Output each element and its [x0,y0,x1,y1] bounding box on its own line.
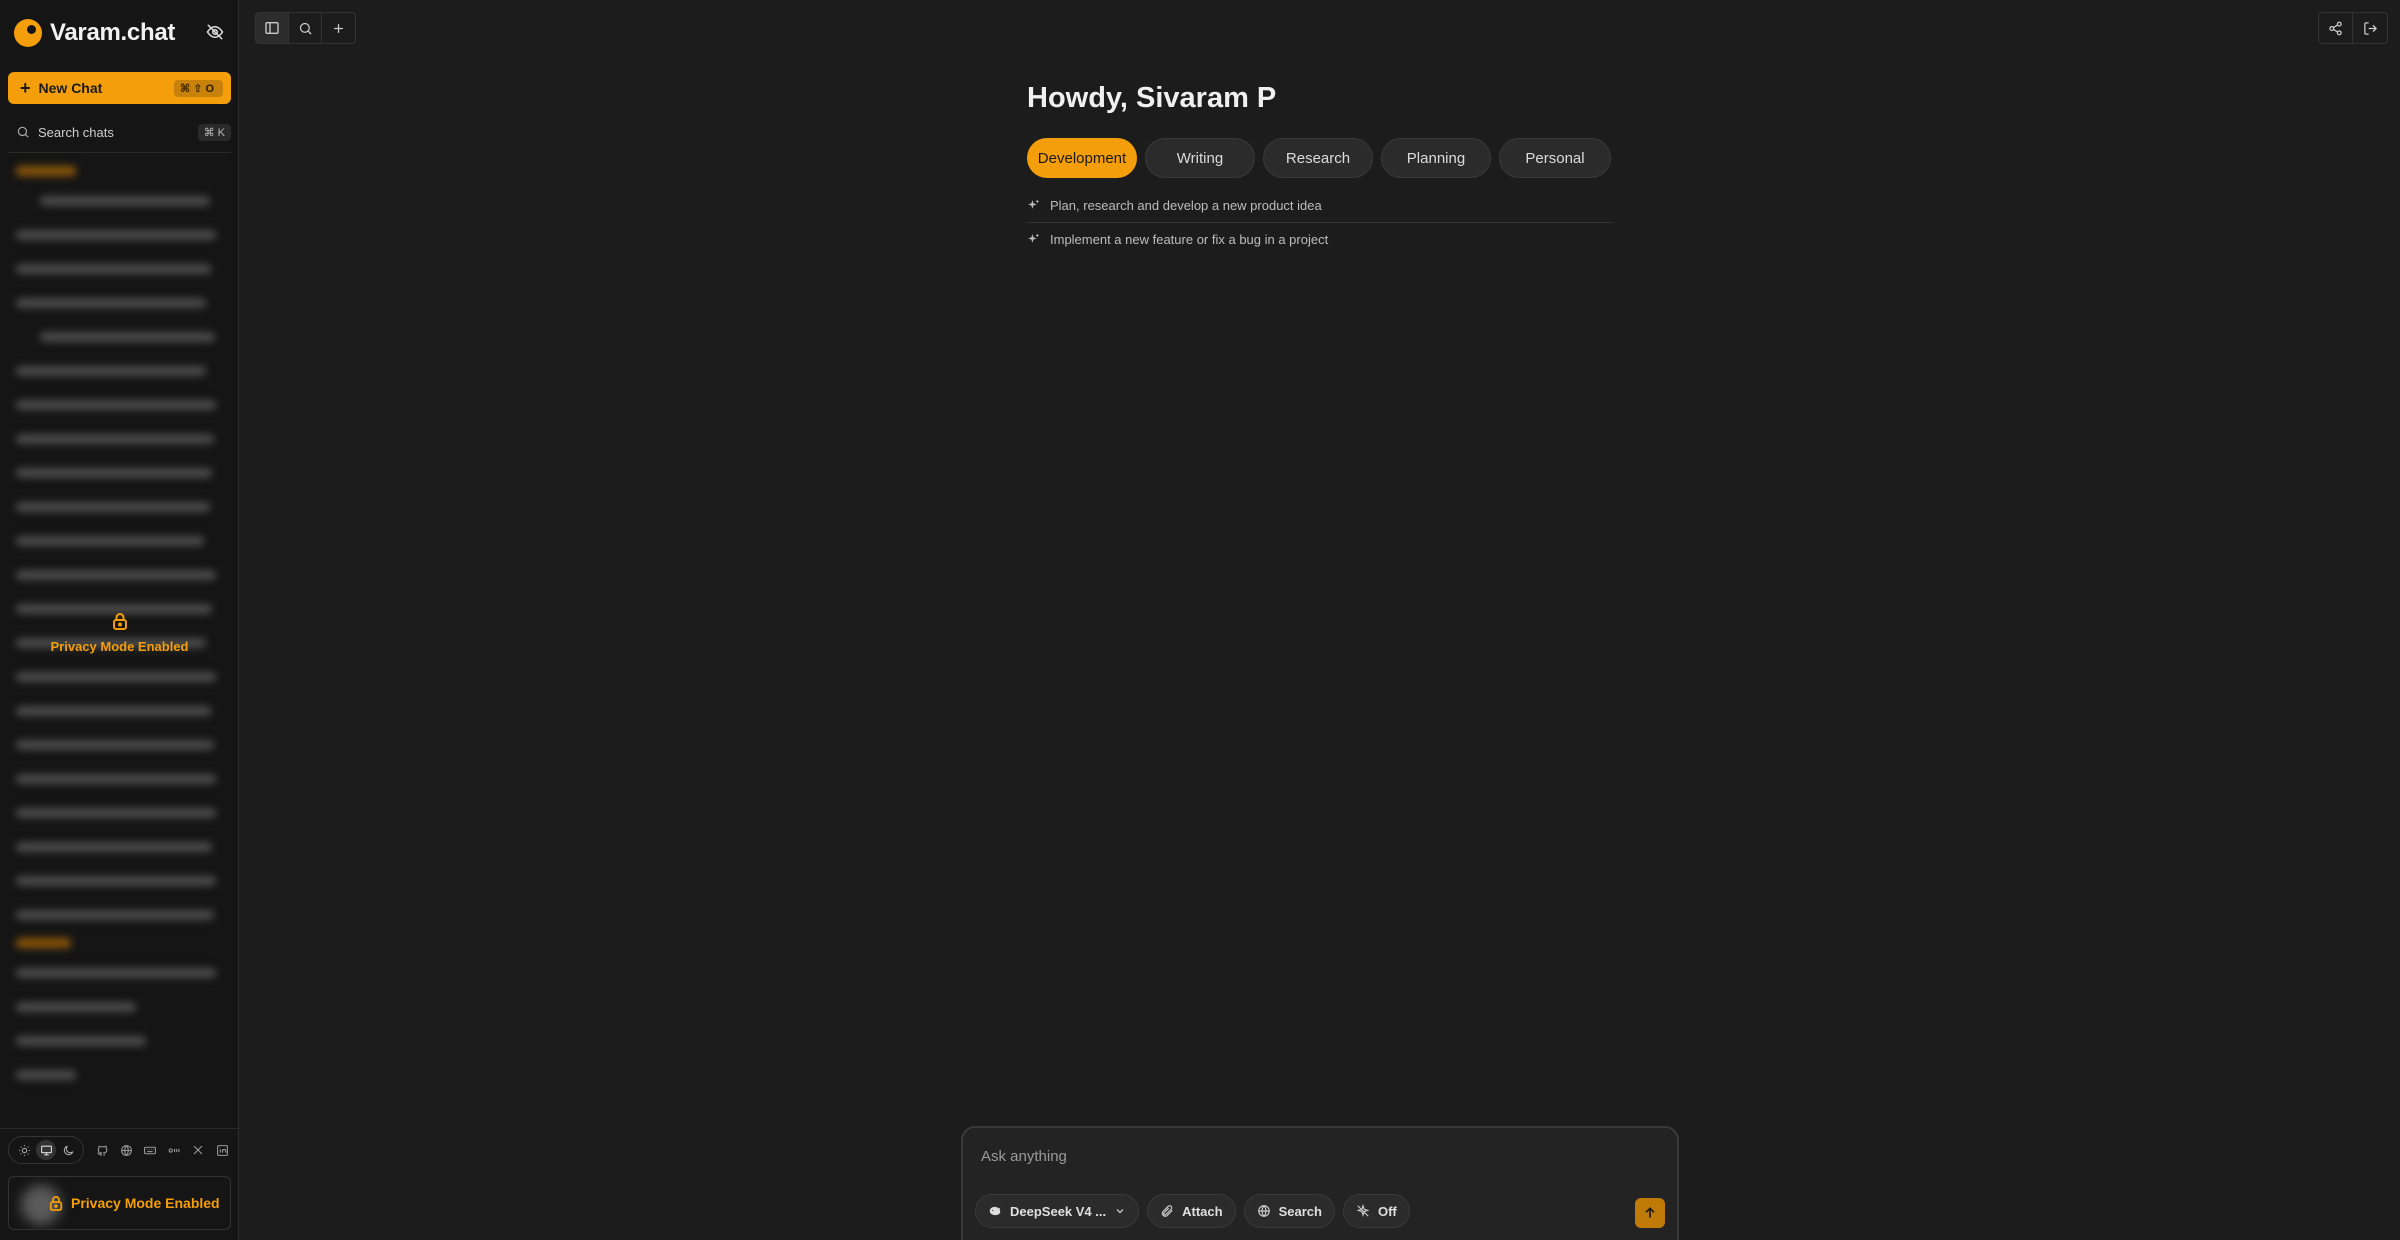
brand[interactable]: Varam.chat [14,18,175,48]
search-shortcut: ⌘ K [197,123,231,141]
search-label: Search [1278,1203,1322,1219]
category-tabs: Development Writing Research Planning Pe… [1027,138,1611,178]
moon-icon[interactable] [58,1140,78,1160]
list-item [8,354,231,388]
lock-icon [112,612,128,635]
divider [8,152,231,153]
search-chats-label: Search chats [38,124,114,140]
privacy-mode-overlay: Privacy Mode Enabled [0,612,239,654]
status-icon[interactable] [164,1140,184,1160]
new-chat-button[interactable]: + New Chat ⌘⇧O [8,72,231,104]
tab-development[interactable]: Development [1027,138,1137,178]
eye-off-icon[interactable] [203,20,227,44]
list-item [8,218,231,252]
app-name: Varam.chat [50,19,176,46]
list-item [8,728,231,762]
search-icon [17,126,29,138]
list-item [8,184,231,218]
list-item [8,990,231,1024]
send-button[interactable] [1635,1198,1665,1228]
linkedin-icon[interactable] [212,1140,232,1160]
suggestion-item[interactable]: Implement a new feature or fix a bug in … [1027,222,1613,256]
globe-icon [1257,1205,1270,1217]
suggestion-text: Implement a new feature or fix a bug in … [1050,232,1329,247]
list-item [8,694,231,728]
divider [0,1128,239,1129]
monitor-icon[interactable] [36,1140,56,1160]
sparkle-icon [1028,199,1040,209]
theme-toggle[interactable] [8,1136,84,1164]
chat-composer: Ask anything DeepSeek V4 ... Attach Sear… [961,1126,1679,1240]
suggestion-item[interactable]: Plan, research and develop a new product… [1027,188,1613,222]
list-item [8,956,231,990]
list-item [8,762,231,796]
list-item [8,796,231,830]
attach-label: Attach [1182,1203,1223,1219]
logout-icon[interactable] [2353,13,2387,43]
tab-personal[interactable]: Personal [1499,138,1611,178]
github-icon[interactable] [92,1140,112,1160]
lock-icon [49,1196,63,1211]
keyboard-icon[interactable] [140,1140,160,1160]
list-item [8,490,231,524]
paperclip-icon [1161,1205,1173,1217]
top-right-toolbar [2318,12,2388,44]
list-item [8,830,231,864]
suggestion-text: Plan, research and develop a new product… [1050,197,1322,213]
model-label: DeepSeek V4 ... [1010,1203,1107,1219]
list-item [8,252,231,286]
tab-research[interactable]: Research [1263,138,1373,178]
web-search-button[interactable]: Search [1243,1194,1335,1228]
x-icon[interactable] [188,1140,208,1160]
model-selector[interactable]: DeepSeek V4 ... [975,1194,1140,1228]
sidebar-toggle-icon[interactable] [256,13,289,43]
sparkle-icon [1028,233,1040,243]
reasoning-toggle[interactable]: Off [1342,1194,1410,1228]
privacy-mode-label: Privacy Mode Enabled [50,639,189,654]
list-item [8,898,231,932]
sun-icon[interactable] [14,1140,34,1160]
list-item [8,320,231,354]
list-item [8,864,231,898]
sidebar: Varam.chat + New Chat ⌘⇧O Search chats ⌘… [0,0,239,1240]
privacy-mode-footer[interactable]: Privacy Mode Enabled [8,1176,231,1230]
globe-icon[interactable] [116,1140,136,1160]
top-toolbar [255,12,356,44]
attach-button[interactable]: Attach [1147,1194,1236,1228]
list-item [8,1058,231,1092]
tab-writing[interactable]: Writing [1145,138,1255,178]
greeting-title: Howdy, Sivaram P [1027,82,1277,114]
arrow-up-icon [1645,1207,1655,1218]
new-chat-label: New Chat [38,80,103,96]
plus-icon: + [20,78,31,98]
list-item [8,388,231,422]
share-icon[interactable] [2319,13,2353,43]
privacy-footer-label: Privacy Mode Enabled [71,1195,220,1211]
list-item [8,660,231,694]
social-links [92,1140,232,1160]
search-icon[interactable] [289,13,322,43]
suggestion-list: Plan, research and develop a new product… [1027,188,1613,256]
list-item [8,558,231,592]
new-chat-shortcut: ⌘⇧O [174,79,223,97]
sparkle-off-icon [1356,1204,1370,1217]
tab-planning[interactable]: Planning [1381,138,1491,178]
message-input[interactable]: Ask anything [981,1148,1067,1165]
reasoning-label: Off [1377,1203,1397,1219]
list-item [8,422,231,456]
search-chats-button[interactable]: Search chats ⌘ K [8,118,231,146]
logo-icon [14,19,42,47]
composer-controls: DeepSeek V4 ... Attach Search Off [975,1194,1410,1228]
plus-icon[interactable] [322,13,355,43]
list-item [8,456,231,490]
chevron-down-icon [1116,1209,1124,1214]
list-item [8,286,231,320]
list-item [8,524,231,558]
list-item [8,1024,231,1058]
whale-icon [989,1206,1001,1216]
